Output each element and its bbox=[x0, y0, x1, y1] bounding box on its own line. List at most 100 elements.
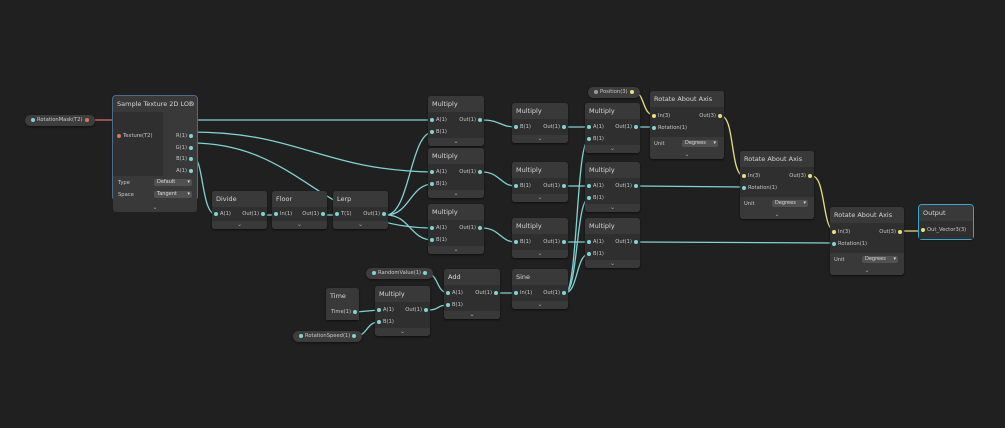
output-port-out[interactable]: Out(1) bbox=[543, 238, 568, 246]
output-port-icon[interactable] bbox=[423, 270, 428, 275]
node-multiply-5[interactable]: Multiply B(1) Out(1) ⌄ bbox=[512, 162, 568, 202]
node-header[interactable]: Multiply bbox=[512, 103, 568, 119]
collapse-toggle[interactable]: ⌄ bbox=[512, 135, 568, 143]
input-port-b[interactable]: B(1) bbox=[512, 182, 531, 190]
input-port-in[interactable]: In(1) bbox=[512, 289, 532, 297]
node-header[interactable]: Output bbox=[919, 205, 973, 221]
space-dropdown[interactable]: Tangent ▾ bbox=[154, 191, 192, 198]
output-port-out[interactable]: Out(1) bbox=[459, 224, 484, 232]
node-header[interactable]: Rotate About Axis bbox=[650, 91, 724, 107]
output-port-out[interactable]: Out(3) bbox=[699, 112, 724, 120]
output-port-b[interactable]: B(1) bbox=[176, 155, 195, 163]
output-port-r[interactable]: R(1) bbox=[176, 132, 195, 140]
collapse-toggle[interactable]: ⌄ bbox=[375, 328, 430, 336]
input-port-a[interactable]: A(1) bbox=[585, 182, 604, 190]
input-port-b[interactable]: B(1) bbox=[585, 194, 604, 202]
node-header[interactable]: Multiply bbox=[428, 96, 484, 112]
node-multiply-time[interactable]: Multiply A(1) B(1) Out(1) ⌄ bbox=[375, 286, 430, 336]
node-header[interactable]: Multiply bbox=[512, 218, 568, 234]
output-port-out[interactable]: Out(1) bbox=[543, 182, 568, 190]
input-port-a[interactable]: A(1) bbox=[428, 224, 447, 232]
input-port-a[interactable]: A(1) bbox=[212, 210, 231, 218]
input-port-b[interactable]: B(1) bbox=[585, 250, 604, 258]
output-port-out[interactable]: Out(1) bbox=[475, 289, 500, 297]
output-port-out[interactable]: Out(3) bbox=[789, 172, 814, 180]
node-header[interactable]: Sine bbox=[512, 269, 568, 285]
node-multiply-4[interactable]: Multiply B(1) Out(1) ⌄ bbox=[512, 103, 568, 143]
output-port-out[interactable]: Out(3) bbox=[879, 228, 904, 236]
output-port-out[interactable]: Out(1) bbox=[242, 210, 267, 218]
node-header[interactable]: Multiply bbox=[585, 218, 640, 234]
collapse-toggle[interactable]: ⌄ bbox=[113, 204, 197, 212]
input-port-b[interactable]: B(1) bbox=[512, 123, 531, 131]
input-port-t[interactable]: T(1) bbox=[333, 210, 352, 218]
input-port-in[interactable]: In(3) bbox=[740, 172, 760, 180]
node-output[interactable]: Output Out_Vector3(3) bbox=[918, 204, 974, 240]
input-port-a[interactable]: A(1) bbox=[444, 289, 463, 297]
close-icon[interactable]: x bbox=[189, 96, 193, 112]
input-port-a[interactable]: A(1) bbox=[428, 168, 447, 176]
node-header[interactable]: Rotate About Axis bbox=[830, 207, 904, 223]
node-multiply-9[interactable]: Multiply A(1) B(1) Out(1) ⌄ bbox=[585, 218, 640, 268]
node-header[interactable]: Multiply bbox=[585, 103, 640, 119]
collapse-toggle[interactable]: ⌄ bbox=[512, 250, 568, 258]
node-rotate-about-axis-3[interactable]: Rotate About Axis In(3) Rotation(1) Out(… bbox=[830, 207, 904, 275]
collapse-toggle[interactable]: ⌄ bbox=[428, 138, 484, 146]
collapse-toggle[interactable]: ⌄ bbox=[585, 204, 640, 212]
input-port-rotation[interactable]: Rotation(1) bbox=[740, 184, 777, 192]
output-port-icon[interactable] bbox=[352, 333, 357, 338]
input-port-b[interactable]: B(1) bbox=[428, 180, 447, 188]
input-port-b[interactable]: B(1) bbox=[585, 135, 604, 143]
collapse-toggle[interactable]: ⌄ bbox=[428, 246, 484, 254]
output-port-out[interactable]: Out(1) bbox=[459, 116, 484, 124]
node-header[interactable]: Time bbox=[326, 288, 359, 304]
unit-dropdown[interactable]: Degrees ▾ bbox=[772, 200, 808, 207]
node-multiply-1[interactable]: Multiply A(1) B(1) Out(1) ⌄ bbox=[428, 96, 484, 146]
node-multiply-7[interactable]: Multiply A(1) B(1) Out(1) ⌄ bbox=[585, 103, 640, 153]
input-port-in[interactable]: In(1) bbox=[272, 210, 292, 218]
output-port-out[interactable]: Out(1) bbox=[302, 210, 327, 218]
input-port-in[interactable]: In(3) bbox=[650, 112, 670, 120]
node-rotate-about-axis-2[interactable]: Rotate About Axis In(3) Rotation(1) Out(… bbox=[740, 151, 814, 219]
output-port-icon[interactable] bbox=[629, 89, 634, 94]
input-port-in[interactable]: In(3) bbox=[830, 228, 850, 236]
node-header[interactable]: Multiply bbox=[428, 148, 484, 164]
collapse-toggle[interactable]: ⌄ bbox=[512, 301, 568, 309]
collapse-toggle[interactable]: ⌄ bbox=[272, 221, 327, 229]
property-random-value[interactable]: RandomValue(1) bbox=[366, 268, 434, 279]
collapse-toggle[interactable]: ⌄ bbox=[650, 151, 724, 159]
property-rotation-speed[interactable]: RotationSpeed(1) bbox=[293, 331, 363, 342]
node-add[interactable]: Add A(1) B(1) Out(1) ⌄ bbox=[444, 269, 500, 319]
input-port-b[interactable]: B(1) bbox=[428, 128, 447, 136]
node-divide[interactable]: Divide A(1) Out(1) ⌄ bbox=[212, 191, 267, 229]
input-port-rotation[interactable]: Rotation(1) bbox=[650, 124, 687, 132]
node-header[interactable]: Sample Texture 2D LOD x bbox=[113, 96, 197, 112]
input-port-a[interactable]: A(1) bbox=[428, 116, 447, 124]
node-multiply-3[interactable]: Multiply A(1) B(1) Out(1) ⌄ bbox=[428, 204, 484, 254]
output-port-g[interactable]: G(1) bbox=[176, 144, 195, 152]
collapse-toggle[interactable]: ⌄ bbox=[740, 211, 814, 219]
output-port-out[interactable]: Out(1) bbox=[615, 123, 640, 131]
input-port-a[interactable]: A(1) bbox=[585, 238, 604, 246]
collapse-toggle[interactable]: ⌄ bbox=[428, 190, 484, 198]
node-floor[interactable]: Floor In(1) Out(1) ⌄ bbox=[272, 191, 327, 229]
property-rotation-mask[interactable]: RotationMask(T2) bbox=[25, 115, 95, 126]
output-port-out[interactable]: Out(1) bbox=[615, 182, 640, 190]
input-port-rotation[interactable]: Rotation(1) bbox=[830, 240, 867, 248]
unit-dropdown[interactable]: Degrees ▾ bbox=[862, 256, 898, 263]
node-multiply-8[interactable]: Multiply A(1) B(1) Out(1) ⌄ bbox=[585, 162, 640, 212]
input-port-b[interactable]: B(1) bbox=[512, 238, 531, 246]
node-header[interactable]: Multiply bbox=[428, 204, 484, 220]
output-port-out[interactable]: Out(1) bbox=[459, 168, 484, 176]
output-port-icon[interactable] bbox=[84, 117, 89, 122]
node-header[interactable]: Divide bbox=[212, 191, 267, 207]
node-header[interactable]: Lerp bbox=[333, 191, 388, 207]
output-port-out[interactable]: Out(1) bbox=[615, 238, 640, 246]
node-sample-texture[interactable]: Sample Texture 2D LOD x Texture(T2) R(1) … bbox=[112, 95, 198, 212]
collapse-toggle[interactable]: ⌄ bbox=[444, 311, 500, 319]
collapse-toggle[interactable]: ⌄ bbox=[333, 221, 388, 229]
node-multiply-6[interactable]: Multiply B(1) Out(1) ⌄ bbox=[512, 218, 568, 258]
collapse-toggle[interactable]: ⌄ bbox=[212, 221, 267, 229]
node-rotate-about-axis-1[interactable]: Rotate About Axis In(3) Rotation(1) Out(… bbox=[650, 91, 724, 159]
type-dropdown[interactable]: Default ▾ bbox=[154, 179, 192, 186]
